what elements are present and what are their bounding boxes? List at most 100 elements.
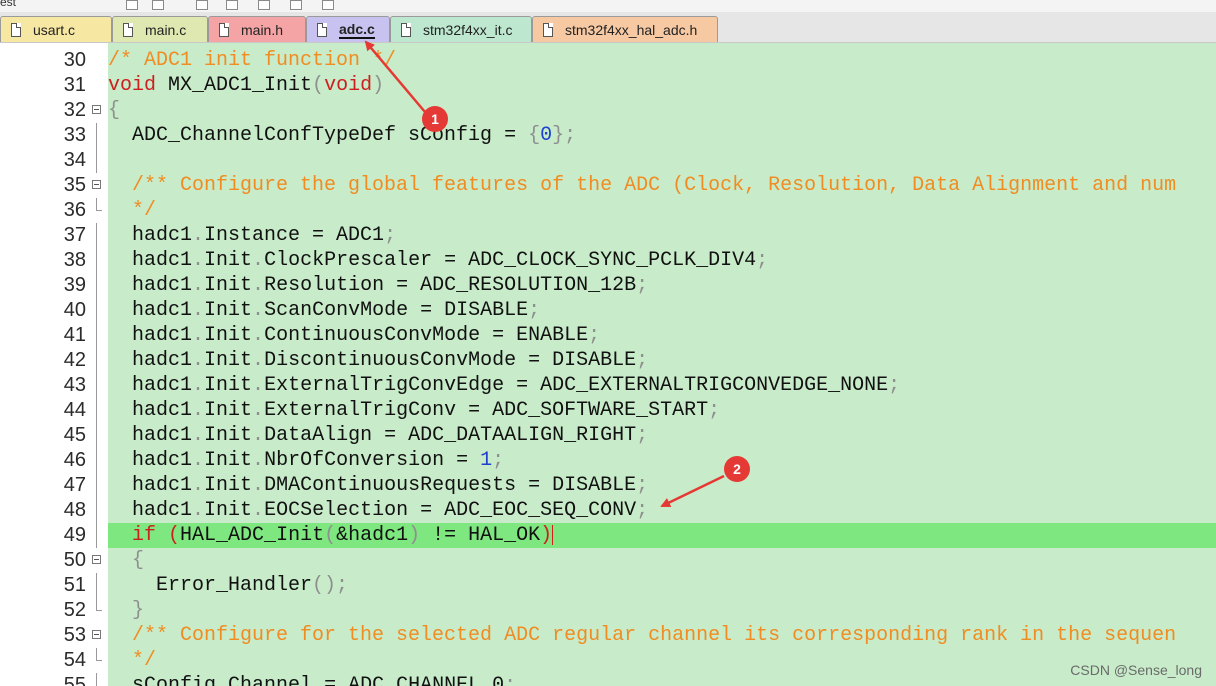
code-token: ContinuousConvMode = ENABLE bbox=[264, 324, 589, 347]
code-line[interactable]: 31 void MX_ADC1_Init(void) bbox=[0, 73, 1216, 98]
code-line[interactable]: 46 hadc1.Init.NbrOfConversion = 1; bbox=[0, 448, 1216, 473]
file-icon bbox=[219, 22, 229, 37]
code-text: hadc1.Init.Resolution = ADC_RESOLUTION_1… bbox=[108, 273, 648, 298]
tab-main-h[interactable]: main.h bbox=[208, 16, 306, 42]
code-editor[interactable]: 30 /* ADC1 init function */ 31 void MX_ADC1… bbox=[0, 43, 1216, 686]
fold-toggle-icon[interactable] bbox=[92, 630, 101, 639]
code-line[interactable]: 40 hadc1.Init.ScanConvMode = DISABLE; bbox=[0, 298, 1216, 323]
toolbar-button-icon[interactable] bbox=[322, 0, 334, 10]
fold-guide bbox=[96, 248, 97, 273]
code-token: ; bbox=[756, 249, 769, 272]
line-number: 37 bbox=[63, 224, 86, 246]
line-number: 39 bbox=[63, 274, 86, 296]
fold-toggle-icon[interactable] bbox=[92, 180, 101, 189]
code-line[interactable]: 34 bbox=[0, 148, 1216, 173]
code-token: ; bbox=[492, 449, 505, 472]
code-token: . bbox=[192, 499, 205, 522]
fold-guide bbox=[96, 573, 97, 598]
code-line[interactable]: 37 hadc1.Instance = ADC1; bbox=[0, 223, 1216, 248]
line-number: 33 bbox=[63, 124, 86, 146]
code-token: HAL_ADC_Init bbox=[180, 524, 325, 547]
toolbar-label: est bbox=[0, 0, 17, 9]
tab-adc-c[interactable]: adc.c bbox=[306, 16, 390, 42]
line-number: 50 bbox=[63, 549, 86, 571]
code-token: void bbox=[324, 74, 373, 97]
code-line[interactable]: 52 } bbox=[0, 598, 1216, 623]
fold-toggle-icon[interactable] bbox=[92, 555, 101, 564]
toolbar-button-icon[interactable] bbox=[226, 0, 238, 10]
line-number: 45 bbox=[63, 424, 86, 446]
line-number: 42 bbox=[63, 349, 86, 371]
code-token: /** Configure the global features of the… bbox=[108, 174, 1177, 197]
code-token: . bbox=[252, 324, 265, 347]
code-token: Init bbox=[204, 424, 253, 447]
code-token: DMAContinuousRequests = DISABLE bbox=[264, 474, 637, 497]
code-line[interactable]: 33 ADC_ChannelConfTypeDef sConfig = {0}; bbox=[0, 123, 1216, 148]
fold-guide bbox=[96, 498, 97, 523]
code-token: hadc1 bbox=[108, 499, 193, 522]
code-token: Error_Handler bbox=[108, 574, 313, 597]
code-line[interactable]: 48 hadc1.Init.EOCSelection = ADC_EOC_SEQ… bbox=[0, 498, 1216, 523]
code-line[interactable]: 42 hadc1.Init.DiscontinuousConvMode = DI… bbox=[0, 348, 1216, 373]
code-line[interactable]: 45 hadc1.Init.DataAlign = ADC_DATAALIGN_… bbox=[0, 423, 1216, 448]
code-token: . bbox=[252, 499, 265, 522]
code-token: ExternalTrigConv = ADC_SOFTWARE_START bbox=[264, 399, 709, 422]
code-token: ; bbox=[708, 399, 721, 422]
code-line[interactable]: 36 */ bbox=[0, 198, 1216, 223]
tab-stm32f4xx-it-c[interactable]: stm32f4xx_it.c bbox=[390, 16, 532, 42]
code-line[interactable]: 54 */ bbox=[0, 648, 1216, 673]
tab-stm32f4xx-hal-adc-h[interactable]: stm32f4xx_hal_adc.h bbox=[532, 16, 718, 42]
fold-toggle-icon[interactable] bbox=[92, 105, 101, 114]
code-token: . bbox=[192, 274, 205, 297]
code-line[interactable]: 38 hadc1.Init.ClockPrescaler = ADC_CLOCK… bbox=[0, 248, 1216, 273]
toolbar-button-icon[interactable] bbox=[290, 0, 302, 10]
line-number: 44 bbox=[63, 399, 86, 421]
toolbar-button-icon[interactable] bbox=[196, 0, 208, 10]
code-token: ) bbox=[408, 524, 421, 547]
code-token: Init bbox=[204, 399, 253, 422]
code-line[interactable]: 32 { bbox=[0, 98, 1216, 123]
annotation-badge-2: 2 bbox=[724, 456, 750, 482]
code-line[interactable]: 43 hadc1.Init.ExternalTrigConvEdge = ADC… bbox=[0, 373, 1216, 398]
code-token: DataAlign = ADC_DATAALIGN_RIGHT bbox=[264, 424, 637, 447]
code-token: ADC_ChannelConfTypeDef sConfig = bbox=[108, 124, 529, 147]
fold-guide bbox=[96, 673, 97, 686]
code-token: NbrOfConversion = bbox=[264, 449, 481, 472]
code-token: (); bbox=[312, 574, 349, 597]
code-token: ; bbox=[528, 299, 541, 322]
code-line[interactable]: 49 if (HAL_ADC_Init(&hadc1) != HAL_OK) bbox=[0, 523, 1216, 548]
fold-guide bbox=[96, 423, 97, 448]
code-token: EOCSelection = ADC_EOC_SEQ_CONV bbox=[264, 499, 637, 522]
file-icon bbox=[123, 22, 133, 37]
code-token: . bbox=[252, 349, 265, 372]
toolbar-button-icon[interactable] bbox=[126, 0, 138, 10]
line-number: 53 bbox=[63, 624, 86, 646]
fold-end-guide bbox=[96, 648, 102, 661]
code-token: ClockPrescaler = ADC_CLOCK_SYNC_PCLK_DIV… bbox=[264, 249, 757, 272]
code-line[interactable]: 47 hadc1.Init.DMAContinuousRequests = DI… bbox=[0, 473, 1216, 498]
code-token: hadc1 bbox=[108, 374, 193, 397]
fold-guide bbox=[96, 398, 97, 423]
code-token: Init bbox=[204, 324, 253, 347]
code-line[interactable]: 44 hadc1.Init.ExternalTrigConv = ADC_SOF… bbox=[0, 398, 1216, 423]
code-token: ( bbox=[312, 74, 325, 97]
code-line[interactable]: 41 hadc1.Init.ContinuousConvMode = ENABL… bbox=[0, 323, 1216, 348]
code-token: . bbox=[216, 674, 229, 686]
code-text: Error_Handler(); bbox=[108, 573, 348, 598]
code-token: */ bbox=[108, 199, 157, 222]
code-line[interactable]: 39 hadc1.Init.Resolution = ADC_RESOLUTIO… bbox=[0, 273, 1216, 298]
code-token: ( bbox=[324, 524, 337, 547]
toolbar-button-icon[interactable] bbox=[152, 0, 164, 10]
tab-usart-c[interactable]: usart.c bbox=[0, 16, 112, 42]
code-line[interactable]: 30 /* ADC1 init function */ bbox=[0, 48, 1216, 73]
code-line[interactable]: 50 { bbox=[0, 548, 1216, 573]
code-line[interactable]: 53 /** Configure for the selected ADC re… bbox=[0, 623, 1216, 648]
code-line[interactable]: 51 Error_Handler(); bbox=[0, 573, 1216, 598]
toolbar-button-icon[interactable] bbox=[258, 0, 270, 10]
file-tab-bar: usart.c main.c main.h adc.c stm32f4xx_it… bbox=[0, 12, 1216, 43]
text-cursor bbox=[552, 524, 554, 545]
tab-label: stm32f4xx_hal_adc.h bbox=[565, 21, 698, 38]
code-line[interactable]: 35 /** Configure the global features of … bbox=[0, 173, 1216, 198]
code-line[interactable]: 55 sConfig.Channel = ADC_CHANNEL_0; bbox=[0, 673, 1216, 686]
tab-main-c[interactable]: main.c bbox=[112, 16, 208, 42]
